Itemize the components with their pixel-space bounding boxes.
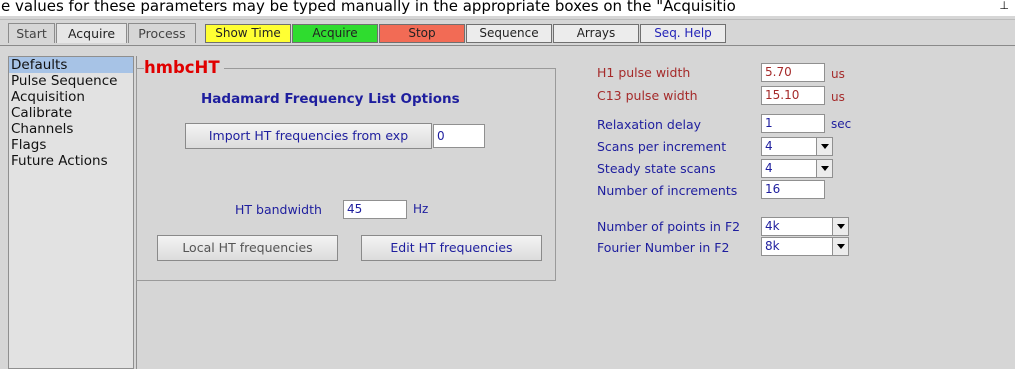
seq-help-button[interactable]: Seq. Help <box>640 24 726 43</box>
fourier-number-f2-value: 8k <box>765 239 780 253</box>
sidebar-item-flags[interactable]: Flags <box>9 137 133 153</box>
sidebar-item-calibrate[interactable]: Calibrate <box>9 105 133 121</box>
c13-pulse-width-label: C13 pulse width <box>597 88 698 103</box>
number-of-points-f2-select[interactable]: 4k <box>761 217 849 236</box>
c13-pulse-width-input[interactable]: 15.10 <box>761 86 825 105</box>
pin-icon[interactable]: ⊥ <box>999 0 1009 12</box>
sidebar-item-defaults[interactable]: Defaults <box>9 57 133 73</box>
sidebar-item-channels[interactable]: Channels <box>9 121 133 137</box>
number-of-increments-input[interactable]: 16 <box>761 180 825 199</box>
panel-title: hmbcHT <box>144 57 224 79</box>
h1-pulse-width-label: H1 pulse width <box>597 65 691 80</box>
acquire-button[interactable]: Acquire <box>292 24 378 43</box>
steady-state-scans-select[interactable]: 4 <box>761 159 833 178</box>
arrays-button[interactable]: Arrays <box>553 24 639 43</box>
scans-per-increment-value: 4 <box>765 139 773 153</box>
relaxation-delay-input[interactable]: 1 <box>761 114 825 133</box>
scans-per-increment-label: Scans per increment <box>597 139 727 154</box>
ht-bandwidth-unit: Hz <box>413 202 429 216</box>
edit-ht-frequencies-button[interactable]: Edit HT frequencies <box>361 235 542 261</box>
steady-state-scans-value: 4 <box>765 161 773 175</box>
ht-bandwidth-label: HT bandwidth <box>235 202 322 217</box>
fourier-number-f2-label: Fourier Number in F2 <box>597 240 730 255</box>
relaxation-delay-label: Relaxation delay <box>597 117 702 132</box>
fourier-number-f2-select[interactable]: 8k <box>761 237 849 256</box>
h1-pulse-width-unit: us <box>831 67 845 81</box>
tab-process[interactable]: Process <box>128 23 196 43</box>
steady-state-scans-label: Steady state scans <box>597 161 716 176</box>
tab-start[interactable]: Start <box>8 23 55 43</box>
sidebar: Defaults Pulse Sequence Acquisition Cali… <box>8 56 134 369</box>
sidebar-item-acquisition[interactable]: Acquisition <box>9 89 133 105</box>
tab-bar: Start Acquire Process Show Time Acquire … <box>0 19 1015 46</box>
sidebar-item-pulse-sequence[interactable]: Pulse Sequence <box>9 73 133 89</box>
import-ht-frequencies-button[interactable]: Import HT frequencies from exp <box>185 123 432 149</box>
show-time-button[interactable]: Show Time <box>205 24 291 43</box>
number-of-points-f2-label: Number of points in F2 <box>597 219 741 234</box>
panel-subtitle: Hadamard Frequency List Options <box>201 91 460 107</box>
sequence-button[interactable]: Sequence <box>466 24 552 43</box>
local-ht-frequencies-button[interactable]: Local HT frequencies <box>157 235 338 261</box>
c13-pulse-width-unit: us <box>831 90 845 104</box>
tab-acquire[interactable]: Acquire <box>56 23 127 43</box>
number-of-increments-label: Number of increments <box>597 183 738 198</box>
number-of-points-f2-value: 4k <box>765 219 780 233</box>
scans-per-increment-select[interactable]: 4 <box>761 137 833 156</box>
relaxation-delay-unit: sec <box>831 117 852 131</box>
stop-button[interactable]: Stop <box>379 24 465 43</box>
sidebar-item-future-actions[interactable]: Future Actions <box>9 153 133 169</box>
chevron-down-icon[interactable] <box>832 238 848 255</box>
chevron-down-icon[interactable] <box>816 138 832 155</box>
ht-bandwidth-input[interactable]: 45 <box>343 200 407 219</box>
chevron-down-icon[interactable] <box>816 160 832 177</box>
chevron-down-icon[interactable] <box>832 218 848 235</box>
caption-text: e values for these parameters may be typ… <box>0 0 1015 16</box>
h1-pulse-width-input[interactable]: 5.70 <box>761 63 825 82</box>
import-exp-input[interactable]: 0 <box>433 124 485 148</box>
